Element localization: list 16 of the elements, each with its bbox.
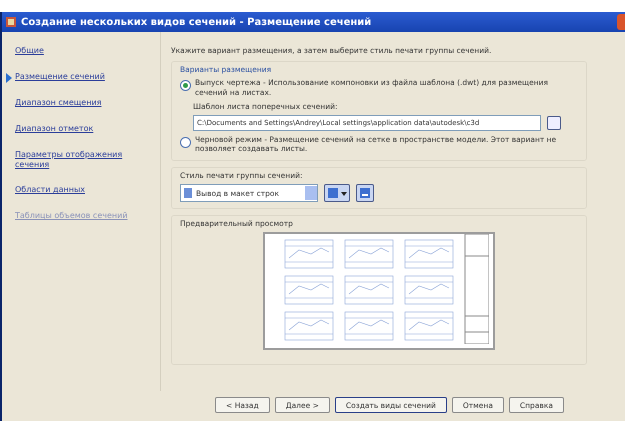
radio-button[interactable] <box>180 80 191 91</box>
browse-button[interactable] <box>547 116 561 130</box>
preview-style-button[interactable] <box>356 184 374 202</box>
sidebar-link[interactable]: Диапазон смещения <box>15 98 102 108</box>
app-icon <box>6 17 16 27</box>
radio-button[interactable] <box>180 136 191 148</box>
edit-style-button[interactable] <box>324 184 350 202</box>
style-icon <box>183 187 193 199</box>
window-title: Создание нескольких видов сечений - Размещение сечений <box>21 16 372 28</box>
style-icon <box>327 187 347 199</box>
sidebar-link[interactable]: Параметры отображения сечения <box>15 150 154 170</box>
sidebar-link[interactable]: Размещение сечений <box>15 72 105 82</box>
window-icon <box>359 187 371 199</box>
sidebar-link[interactable]: Области данных <box>15 185 85 195</box>
sidebar-link[interactable]: Диапазон отметок <box>15 124 94 134</box>
sidebar-link[interactable]: Общие <box>15 46 44 56</box>
